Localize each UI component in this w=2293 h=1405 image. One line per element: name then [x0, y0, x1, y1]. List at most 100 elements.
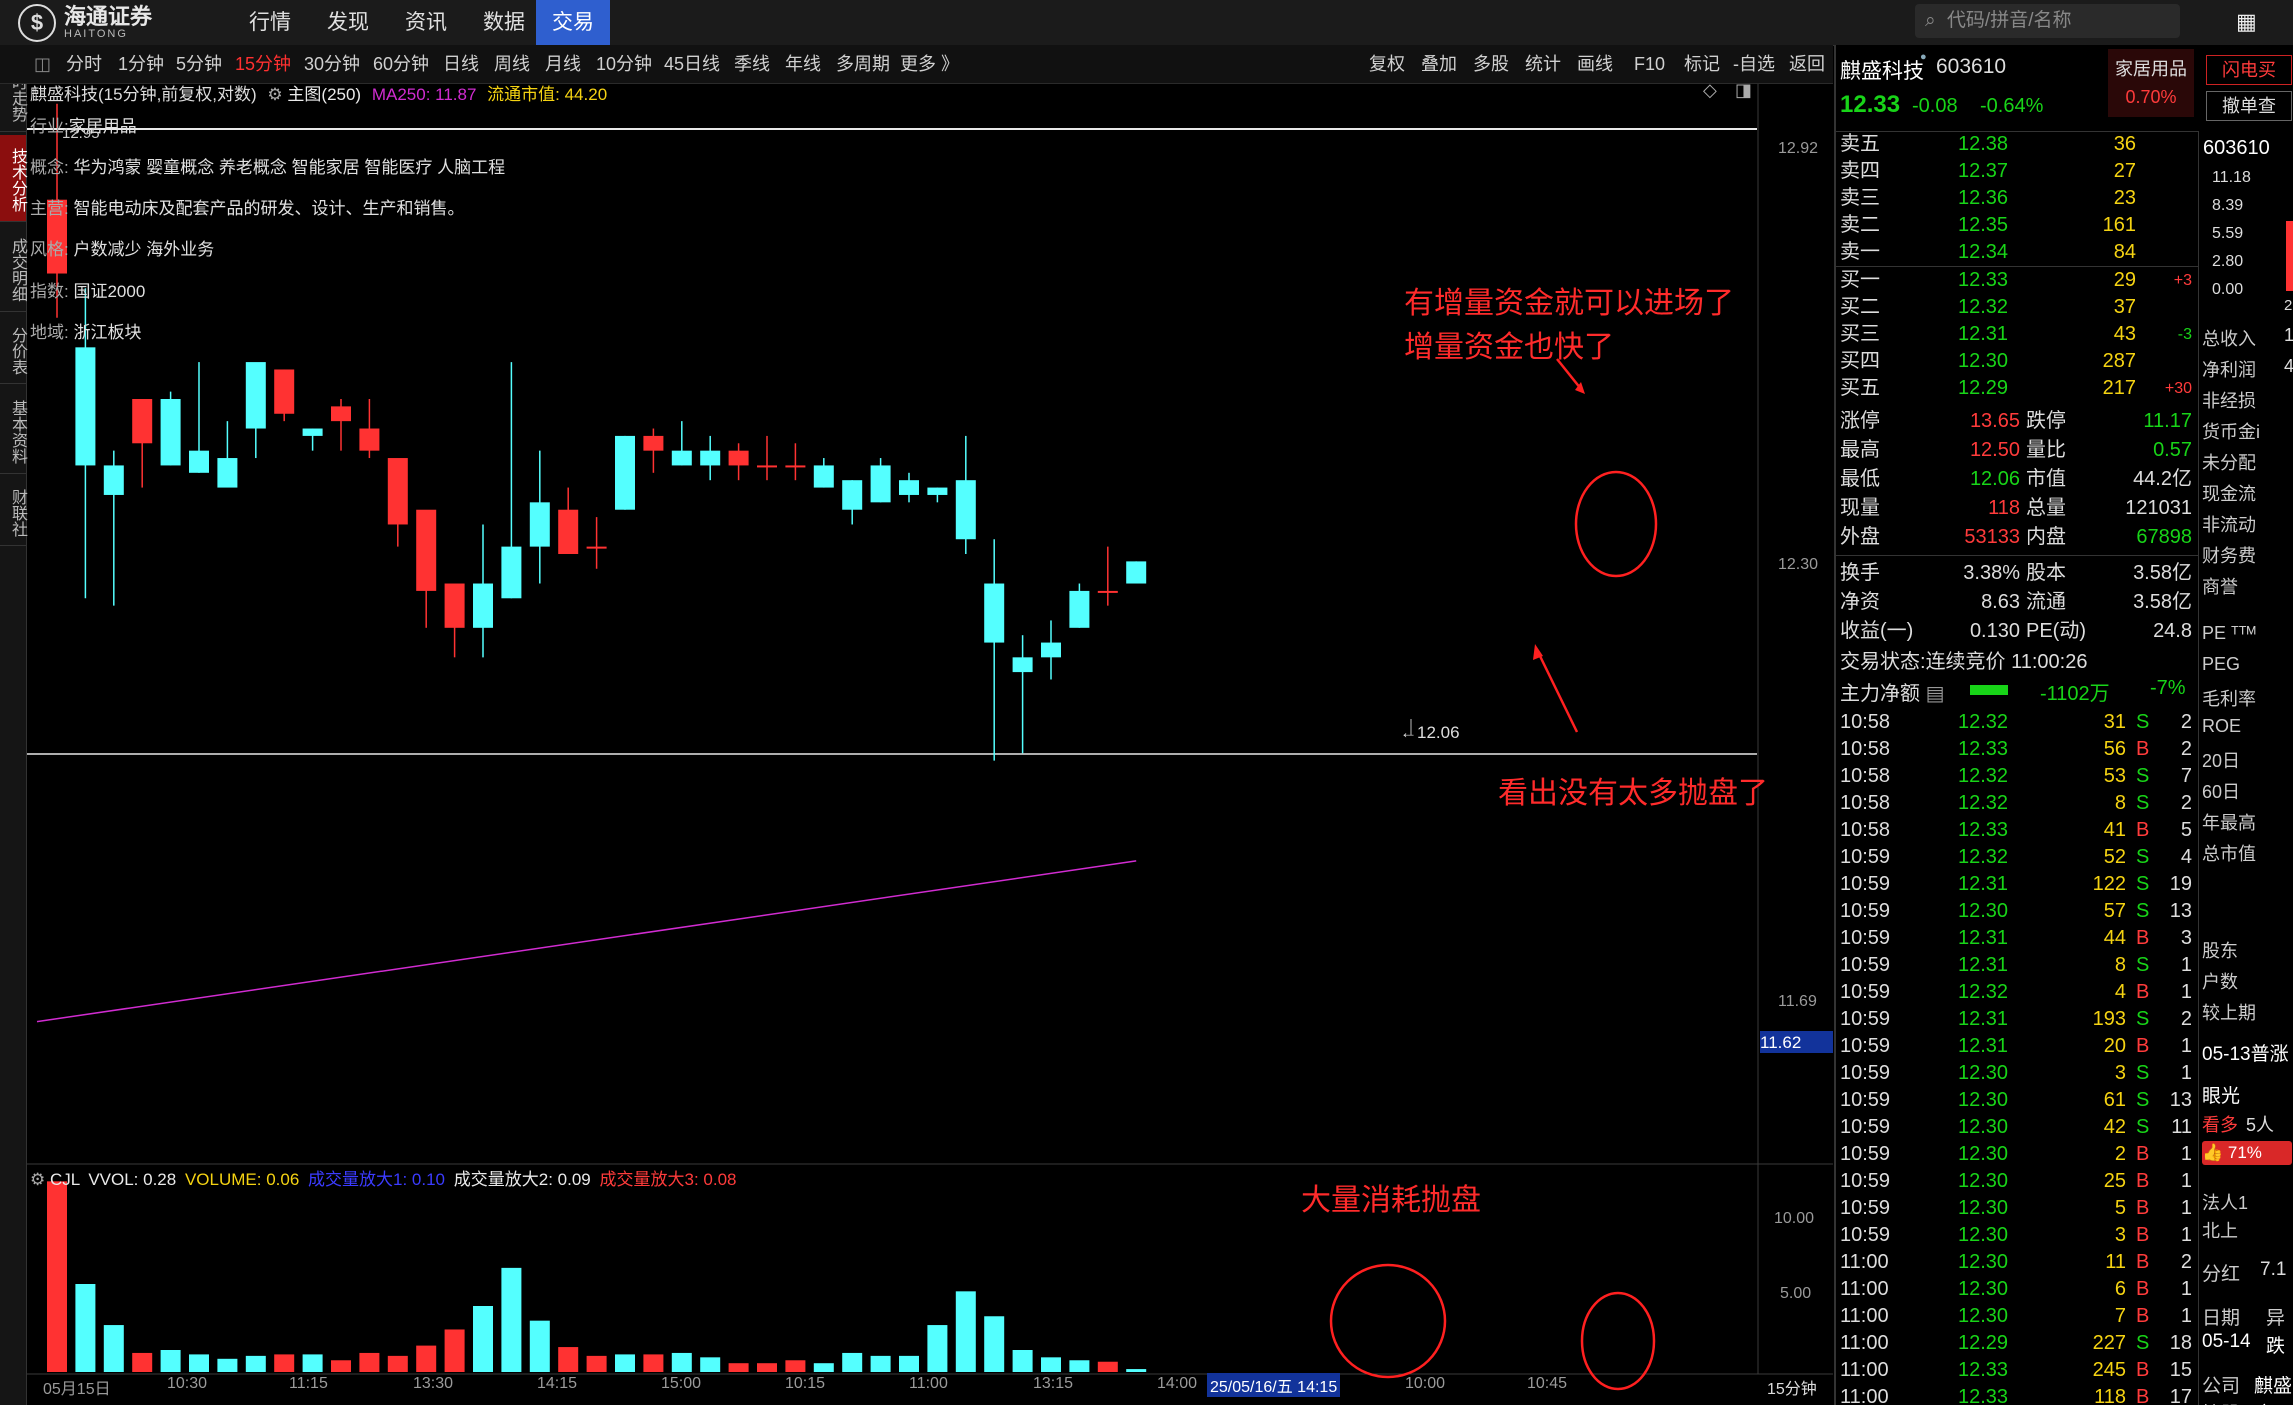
- tick-time: 10:59: [1840, 1089, 1891, 1111]
- tool-mark[interactable]: 标记: [1684, 45, 1720, 83]
- tick-time: 10:58: [1840, 765, 1891, 787]
- logo-subtext: HAITONG: [64, 28, 128, 40]
- main-flow-row[interactable]: 主力净额 ▤ -1102万 -7%: [1840, 677, 2198, 707]
- side-org-label: 北上: [2202, 1221, 2238, 1241]
- tick-volume: 8: [2114, 954, 2126, 976]
- tool-restore-rights[interactable]: 复权: [1369, 45, 1405, 83]
- period-multi[interactable]: 多周期: [836, 45, 890, 83]
- tab-deals[interactable]: 成交明细: [0, 225, 26, 312]
- tab-technical[interactable]: 技术分析: [0, 135, 26, 222]
- period-15min[interactable]: 15分钟: [235, 45, 291, 83]
- panel-toggle-icon[interactable]: ◨: [1735, 80, 1752, 101]
- cancel-order-button[interactable]: 撤单查: [2206, 91, 2292, 121]
- tool-back[interactable]: 返回: [1789, 45, 1825, 83]
- layout-toggle-icon[interactable]: ◫: [34, 45, 51, 83]
- volume-bar: [331, 1360, 351, 1372]
- tick-time: 10:59: [1840, 1062, 1891, 1084]
- tool-draw[interactable]: 画线: [1577, 45, 1613, 83]
- time-tick-9: 14:00: [1157, 1375, 1198, 1392]
- sell-row[interactable]: 卖二 12.35 161: [1836, 212, 2198, 239]
- period-daily[interactable]: 日线: [443, 45, 479, 83]
- candle-body: [671, 450, 692, 466]
- period-10min[interactable]: 10分钟: [596, 45, 652, 83]
- main-indicator-label[interactable]: 主图(250): [287, 85, 361, 104]
- settings-icon[interactable]: ⚙: [267, 85, 282, 104]
- logo-icon: $: [18, 4, 56, 42]
- tick-side: S: [2136, 1062, 2150, 1084]
- side-divider: [2198, 131, 2199, 1405]
- period-1min[interactable]: 1分钟: [118, 45, 164, 83]
- tool-remove-watchlist[interactable]: -自选: [1733, 45, 1775, 83]
- side-axis-year: 20: [2284, 297, 2293, 314]
- sector-badge[interactable]: 家居用品 0.70%: [2108, 49, 2194, 117]
- quote-stock-name[interactable]: 麒盛科技: [1840, 55, 1924, 85]
- search-input[interactable]: 代码/拼音/名称: [1947, 10, 2072, 31]
- candle-body: [444, 583, 465, 628]
- nav-data[interactable]: 数据: [474, 0, 534, 45]
- tick-row: 10:59 12.30 57 S 13: [1836, 898, 2198, 925]
- side-eye[interactable]: 眼光: [2202, 1081, 2240, 1108]
- buy-row[interactable]: 买三 12.31 43 -3: [1836, 321, 2198, 348]
- tick-count: 3: [2180, 927, 2192, 949]
- tick-side: B: [2136, 1170, 2150, 1192]
- buy-row[interactable]: 买四 12.30 287: [1836, 348, 2198, 375]
- buy-row[interactable]: 买五 12.29 217 +30: [1836, 375, 2198, 402]
- tick-row: 11:00 12.29 227 S 18: [1836, 1330, 2198, 1357]
- buy-row[interactable]: 买一 12.33 29 +3: [1836, 267, 2198, 294]
- sell-row[interactable]: 卖五 12.38 36: [1836, 131, 2198, 158]
- sell-volume: 84: [2113, 241, 2136, 263]
- sell-level: 卖二: [1840, 214, 1880, 236]
- info-top-price: 12.95: [62, 125, 100, 142]
- period-monthly[interactable]: 月线: [545, 45, 581, 83]
- period-more[interactable]: 更多 》: [900, 45, 959, 83]
- period-weekly[interactable]: 周线: [494, 45, 530, 83]
- volume-settings-icon[interactable]: ⚙: [30, 1170, 45, 1189]
- volume-bar: [1126, 1369, 1147, 1372]
- sell-row[interactable]: 卖三 12.36 23: [1836, 185, 2198, 212]
- buy-row[interactable]: 买二 12.32 37: [1836, 294, 2198, 321]
- tab-basics[interactable]: 基本资料: [0, 387, 26, 474]
- tool-multi-stock[interactable]: 多股: [1473, 45, 1509, 83]
- nav-market[interactable]: 行情: [240, 0, 300, 45]
- vol-indicator-name[interactable]: CJL: [50, 1170, 80, 1189]
- diamond-icon[interactable]: ◇: [1703, 80, 1717, 101]
- tick-list[interactable]: 10:58 12.32 31 S 2 10:58 12.33 56 B 2 10…: [1836, 709, 2198, 1405]
- tick-side: S: [2136, 1008, 2150, 1030]
- period-60min[interactable]: 60分钟: [373, 45, 429, 83]
- volume-bar: [643, 1354, 664, 1372]
- sell-price: 12.38: [1958, 133, 2009, 155]
- volume-bar: [842, 1352, 863, 1372]
- nav-discover[interactable]: 发现: [318, 0, 378, 45]
- tab-news-agency[interactable]: 财联社: [0, 477, 26, 546]
- period-year[interactable]: 年线: [785, 45, 821, 83]
- period-quarter[interactable]: 季线: [734, 45, 770, 83]
- nav-news[interactable]: 资讯: [396, 0, 456, 45]
- period-30min[interactable]: 30分钟: [304, 45, 360, 83]
- stat-label: 最高: [1840, 439, 1880, 461]
- tool-overlay[interactable]: 叠加: [1421, 45, 1457, 83]
- tick-time: 10:58: [1840, 738, 1891, 760]
- grid-menu-icon[interactable]: ▦: [2236, 9, 2257, 35]
- volume-bar: [1012, 1350, 1033, 1372]
- tool-f10[interactable]: F10: [1634, 45, 1665, 83]
- period-timeshare[interactable]: 分时: [66, 45, 102, 83]
- side-fin-label: 非经损: [2202, 391, 2256, 411]
- period-45day[interactable]: 45日线: [664, 45, 720, 83]
- tick-row: 10:59 12.30 3 B 1: [1836, 1222, 2198, 1249]
- flash-buy-button[interactable]: 闪电买: [2206, 55, 2292, 85]
- sell-row[interactable]: 卖四 12.37 27: [1836, 158, 2198, 185]
- buy-delta: +3: [2173, 272, 2192, 289]
- side-event[interactable]: 05-13普涨: [2202, 1039, 2289, 1066]
- period-5min[interactable]: 5分钟: [176, 45, 222, 83]
- tick-side: S: [2136, 711, 2150, 733]
- side-range-label: 总市值: [2202, 844, 2256, 864]
- search-box[interactable]: ⌕ 代码/拼音/名称: [1915, 4, 2180, 38]
- stat-label: 股本: [2026, 562, 2066, 584]
- nav-trade[interactable]: 交易: [536, 0, 610, 45]
- sell-row[interactable]: 卖一 12.34 84: [1836, 239, 2198, 266]
- tool-stats[interactable]: 统计: [1525, 45, 1561, 83]
- tab-price-table[interactable]: 分价表: [0, 315, 26, 384]
- flow-table-icon[interactable]: ▤: [1926, 683, 1945, 705]
- stats-row: 收益(一) 0.130 PE(动) 24.8: [1836, 617, 2198, 646]
- stat-label: 现量: [1840, 497, 1880, 519]
